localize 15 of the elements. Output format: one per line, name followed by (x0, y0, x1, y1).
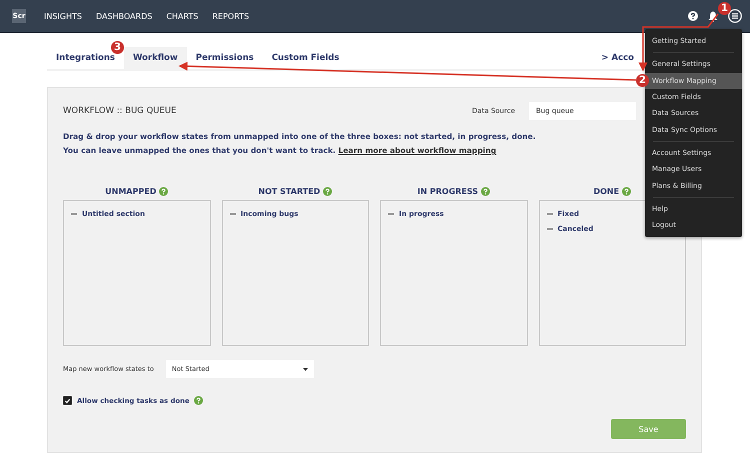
settings-tab[interactable]: Permissions (186, 47, 263, 69)
nav-link[interactable]: INSIGHTS (44, 12, 82, 20)
nav-link[interactable]: REPORTS (212, 12, 250, 20)
nav-link[interactable]: DASHBOARDS (96, 12, 152, 20)
settings-tab[interactable]: Custom Fields (262, 47, 348, 69)
settings-tab[interactable]: Workflow (124, 47, 187, 69)
step-number-badge: 2 (636, 74, 649, 87)
account-link[interactable]: > Acco (599, 47, 636, 69)
column-heading: UNMAPPED (105, 186, 156, 196)
column-heading: IN PROGRESS (417, 186, 478, 196)
column-heading: DONE (593, 186, 620, 196)
step-number-badge: 3 (111, 41, 124, 54)
nav-link[interactable]: CHARTS (166, 12, 198, 20)
panel-title: WORKFLOW :: BUG QUEUE (63, 106, 176, 116)
column-heading: NOT STARTED (258, 186, 320, 196)
